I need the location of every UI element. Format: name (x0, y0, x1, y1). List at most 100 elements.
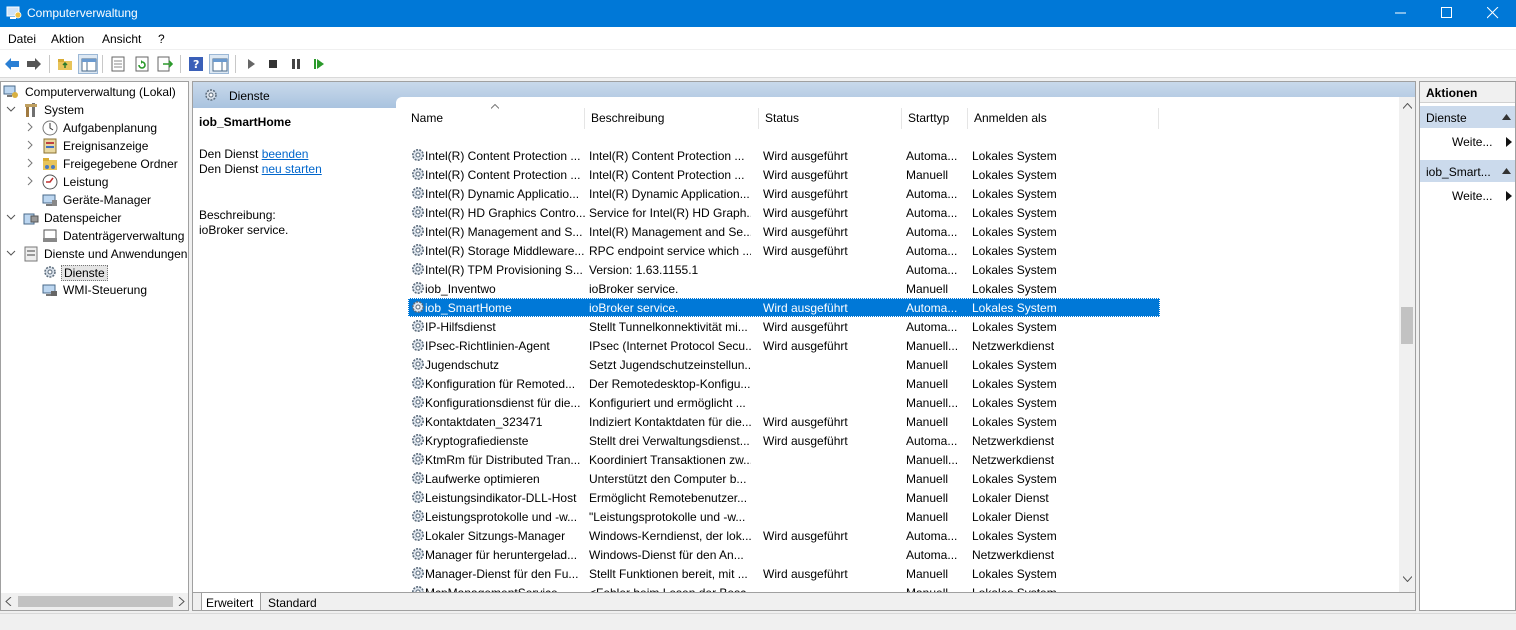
table-row[interactable]: Jugendschutz Setzt Jugendschutzeinstellun… (408, 355, 1160, 374)
column-divider[interactable] (901, 108, 902, 129)
column-header-status[interactable]: Status (765, 111, 799, 135)
table-row[interactable]: IP-Hilfsdienst Stellt Tunnelkonnektivität… (408, 317, 1160, 336)
column-divider[interactable] (584, 108, 585, 129)
cell-beschreibung: Stellt drei Verwaltungsdienst... (589, 434, 750, 448)
show-action-pane-button[interactable] (209, 54, 229, 74)
console-tree: Computerverwaltung (Lokal) System Aufgab… (0, 81, 189, 611)
service-gear-icon (412, 225, 424, 237)
cell-beschreibung: Windows-Kerndienst, der lok... (589, 529, 751, 543)
view-tabs: Erweitert Standard (193, 592, 1415, 611)
table-row[interactable]: Kryptografiedienste Stellt drei Verwaltun… (408, 431, 1160, 450)
stop-service-link[interactable]: beenden (262, 147, 309, 161)
close-button[interactable] (1470, 0, 1516, 27)
chevron-down-icon[interactable] (6, 212, 16, 222)
table-row[interactable]: Intel(R) Dynamic Applicatio... Intel(R) D… (408, 184, 1160, 203)
start-service-button[interactable] (241, 54, 261, 74)
table-row[interactable]: KtmRm für Distributed Tran... Koordiniert… (408, 450, 1160, 469)
column-header-name[interactable]: Name (411, 111, 443, 135)
up-folder-button[interactable] (55, 54, 75, 74)
chevron-down-icon[interactable] (6, 248, 16, 258)
menu-ansicht[interactable]: Ansicht (102, 32, 141, 46)
services-gear-icon (44, 266, 56, 278)
service-gear-icon (412, 548, 424, 560)
stop-service-button[interactable] (263, 54, 283, 74)
column-divider[interactable] (1158, 108, 1159, 129)
column-divider[interactable] (758, 108, 759, 129)
maximize-button[interactable] (1424, 0, 1470, 27)
event-viewer-icon (43, 138, 57, 154)
tree-label: Aufgabenplanung (63, 121, 158, 135)
tab-standard[interactable]: Standard (265, 593, 327, 611)
chevron-down-icon[interactable] (6, 104, 16, 114)
column-header-anmelden-als[interactable]: Anmelden als (974, 111, 1047, 135)
restart-service-link[interactable]: neu starten (262, 162, 322, 176)
cell-anmelden-als: Lokales System (972, 225, 1057, 239)
menu-datei[interactable]: Datei (8, 32, 36, 46)
table-row[interactable]: Konfigurationsdienst für die... Konfiguri… (408, 393, 1160, 412)
scroll-up-icon[interactable] (1403, 103, 1412, 109)
table-row[interactable]: Manager-Dienst für den Fu... Stellt Funkt… (408, 564, 1160, 583)
cell-name: Konfigurationsdienst für die... (425, 396, 581, 410)
table-row[interactable]: iob_Inventwo ioBroker service. Manuell Loka… (408, 279, 1160, 298)
pause-service-button[interactable] (286, 54, 306, 74)
column-header-starttyp[interactable]: Starttyp (908, 111, 949, 135)
actions-section-dienste[interactable]: Dienste (1420, 106, 1515, 128)
cell-beschreibung: Intel(R) Content Protection ... (589, 168, 745, 182)
help-button[interactable]: ? (186, 54, 206, 74)
table-row[interactable]: Lokaler Sitzungs-Manager Windows-Kerndien… (408, 526, 1160, 545)
action-weitere-dienste[interactable]: Weite... (1452, 135, 1492, 149)
services-gear-icon (205, 89, 217, 101)
scroll-right-icon[interactable] (177, 597, 185, 606)
table-row[interactable]: Laufwerke optimieren Unterstützt den Comp… (408, 469, 1160, 488)
cell-beschreibung: Setzt Jugendschutzeinstellun... (589, 358, 751, 372)
service-gear-icon (412, 377, 424, 389)
scrollbar-thumb[interactable] (1401, 307, 1413, 344)
chevron-right-icon[interactable] (25, 140, 35, 150)
table-row[interactable]: Intel(R) TPM Provisioning S... Version: 1… (408, 260, 1160, 279)
table-row[interactable]: Leistungsindikator-DLL-Host Ermöglicht Re… (408, 488, 1160, 507)
chevron-right-icon[interactable] (25, 176, 35, 186)
table-row[interactable]: Intel(R) Storage Middleware... RPC endpoi… (408, 241, 1160, 260)
table-row[interactable]: Intel(R) Content Protection ... Intel(R) … (408, 146, 1160, 165)
actions-section-iob-smarthome[interactable]: iob_Smart... (1420, 160, 1515, 182)
action-weitere-service[interactable]: Weite... (1452, 189, 1492, 203)
chevron-right-icon[interactable] (25, 122, 35, 132)
table-row[interactable]: Intel(R) Content Protection ... Intel(R) … (408, 165, 1160, 184)
table-row[interactable]: IPsec-Richtlinien-Agent IPsec (Internet P… (408, 336, 1160, 355)
back-button[interactable] (2, 54, 22, 74)
tree-horizontal-scrollbar[interactable] (1, 593, 188, 610)
computer-management-icon (6, 6, 22, 19)
menu-help[interactable]: ? (158, 32, 165, 46)
column-divider[interactable] (967, 108, 968, 129)
chevron-right-icon[interactable] (25, 158, 35, 168)
table-row[interactable]: Intel(R) Management and S... Intel(R) Man… (408, 222, 1160, 241)
cell-status: Wird ausgeführt (763, 244, 848, 258)
table-row[interactable]: iob_SmartHome ioBroker service. Wird ausge… (408, 298, 1160, 317)
menu-aktion[interactable]: Aktion (51, 32, 84, 46)
forward-button[interactable] (24, 54, 44, 74)
table-row[interactable]: Leistungsprotokolle und -w... "Leistungsp… (408, 507, 1160, 526)
table-row[interactable]: Konfiguration für Remoted... Der Remotede… (408, 374, 1160, 393)
cell-status: Wird ausgeführt (763, 529, 848, 543)
refresh-button[interactable] (132, 54, 152, 74)
column-header-beschreibung[interactable]: Beschreibung (591, 111, 664, 135)
minimize-button[interactable] (1378, 0, 1424, 27)
scroll-down-icon[interactable] (1403, 576, 1412, 582)
export-list-button[interactable] (155, 54, 175, 74)
table-row[interactable]: Manager für heruntergelad... Windows-Dien… (408, 545, 1160, 564)
cell-beschreibung: Version: 1.63.1155.1 (589, 263, 699, 277)
cell-status: Wird ausgeführt (763, 434, 848, 448)
cell-starttyp: Automa... (906, 301, 958, 315)
menu-bar: Datei Aktion Ansicht ? (0, 27, 1516, 50)
tab-erweitert[interactable]: Erweitert (201, 593, 261, 611)
storage-icon (23, 213, 39, 225)
properties-button[interactable] (108, 54, 128, 74)
play-icon (248, 59, 255, 69)
scrollbar-thumb[interactable] (18, 596, 173, 607)
list-vertical-scrollbar[interactable] (1399, 97, 1415, 592)
show-hide-tree-button[interactable] (78, 54, 98, 74)
restart-service-button[interactable] (309, 54, 329, 74)
scroll-left-icon[interactable] (5, 597, 13, 606)
table-row[interactable]: Intel(R) HD Graphics Contro... Service fo… (408, 203, 1160, 222)
table-row[interactable]: Kontaktdaten_323471 Indiziert Kontaktdate… (408, 412, 1160, 431)
